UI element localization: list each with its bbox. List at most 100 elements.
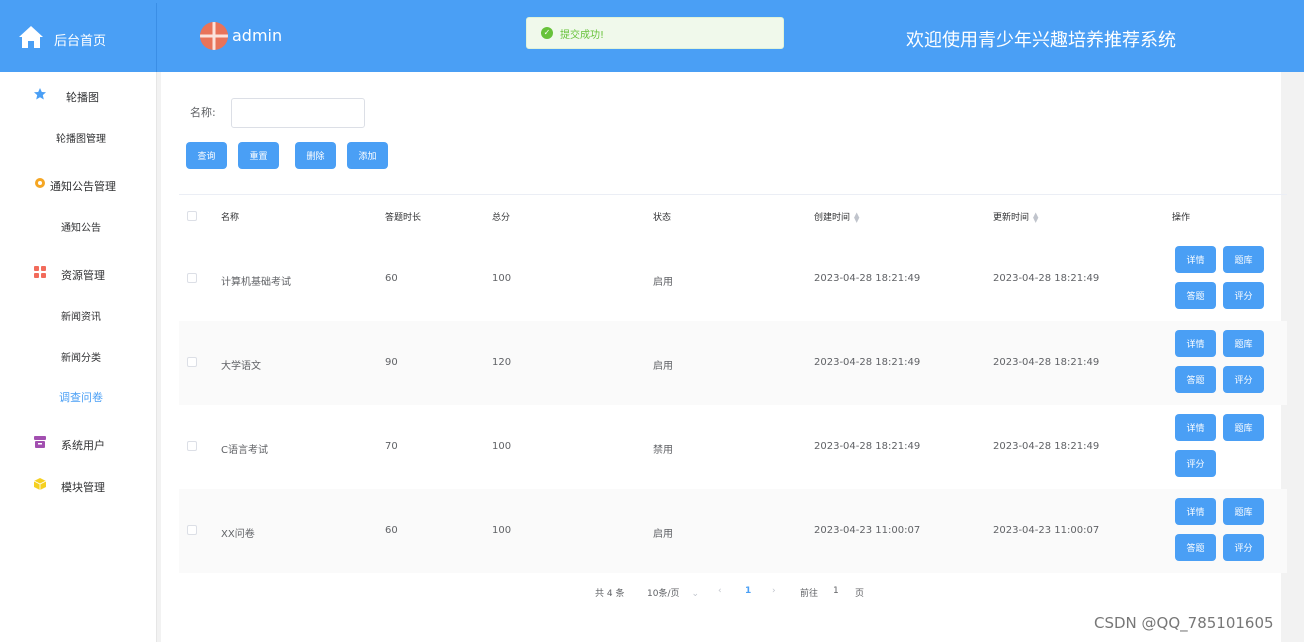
sidebar-subitem-carousel-manage[interactable]: 轮播图管理	[5, 130, 157, 145]
grade-button[interactable]: 评分	[1223, 366, 1264, 393]
question-bank-button[interactable]: 题库	[1223, 246, 1264, 273]
column-header-updated[interactable]: 更新时间 ▲ ▼	[993, 210, 1038, 223]
sidebar-item-label: 资源管理	[61, 269, 105, 282]
name-filter-label: 名称:	[190, 106, 216, 119]
detail-button[interactable]: 详情	[1175, 330, 1216, 357]
page-size-select[interactable]: 10条/页 ⌄	[647, 586, 699, 599]
check-icon: ✓	[541, 27, 553, 39]
column-header-updated-label: 更新时间	[993, 213, 1030, 223]
cell-score: 120	[492, 357, 512, 368]
sidebar-item-resource-manage[interactable]: 资源管理	[5, 264, 157, 284]
grade-button[interactable]: 评分	[1223, 282, 1264, 309]
column-header-score: 总分	[492, 213, 511, 223]
sidebar-subitem-notice[interactable]: 通知公告	[5, 219, 157, 234]
cell-score: 100	[492, 273, 512, 284]
sidebar-item-label: 通知公告管理	[50, 180, 116, 193]
table-row: 大学语文 90 120 启用 2023-04-28 18:21:49 2023-…	[179, 321, 1287, 405]
page-size-value: 10条/页	[647, 589, 680, 599]
archive-icon	[34, 436, 46, 448]
cell-status: 禁用	[653, 445, 673, 456]
detail-button[interactable]: 详情	[1175, 414, 1216, 441]
watermark-text: CSDN @QQ_785101605	[1094, 614, 1274, 632]
grade-button[interactable]: 评分	[1175, 450, 1216, 477]
row-checkbox[interactable]	[187, 273, 197, 283]
cell-name: 大学语文	[221, 361, 261, 372]
name-filter-input[interactable]	[231, 98, 365, 128]
cell-status: 启用	[653, 361, 673, 372]
sidebar-item-label: 模块管理	[61, 481, 105, 494]
answer-button[interactable]: 答题	[1175, 534, 1216, 561]
cell-created: 2023-04-28 18:21:49	[814, 357, 921, 368]
delete-button[interactable]: 删除	[295, 142, 336, 169]
sidebar-item-notice-manage[interactable]: 通知公告管理	[5, 175, 157, 195]
home-label: 后台首页	[54, 34, 107, 49]
cube-icon	[33, 478, 47, 490]
cell-created: 2023-04-28 18:21:49	[814, 273, 921, 284]
main-content: 名称: 查询 重置 删除 添加 名称 答题时长 总分 状态 创建时间 ▲ ▼ 更新时…	[157, 72, 1304, 642]
answer-button[interactable]: 答题	[1175, 282, 1216, 309]
cell-status: 启用	[653, 529, 673, 540]
success-toast: ✓ 提交成功!	[526, 17, 784, 49]
home-icon	[19, 26, 43, 48]
cell-duration: 70	[385, 441, 398, 452]
row-checkbox[interactable]	[187, 357, 197, 367]
row-checkbox[interactable]	[187, 441, 197, 451]
sidebar-item-system-user[interactable]: 系统用户	[5, 434, 157, 454]
cell-created: 2023-04-28 18:21:49	[814, 441, 921, 452]
sidebar-subitem-news-category[interactable]: 新闻分类	[5, 349, 157, 364]
answer-button[interactable]: 答题	[1175, 366, 1216, 393]
avatar[interactable]	[200, 22, 228, 50]
sort-icon[interactable]: ▲ ▼	[1033, 211, 1038, 223]
goto-page-input[interactable]: 1	[833, 586, 839, 596]
grade-button[interactable]: 评分	[1223, 534, 1264, 561]
cell-duration: 90	[385, 357, 398, 368]
question-bank-button[interactable]: 题库	[1223, 330, 1264, 357]
avatar-image	[200, 22, 228, 50]
pagination-total: 共 4 条	[595, 589, 625, 599]
home-link[interactable]: 后台首页	[5, 3, 157, 72]
column-header-created[interactable]: 创建时间 ▲ ▼	[814, 210, 859, 223]
sidebar-item-label: 系统用户	[61, 439, 105, 452]
table-header: 名称 答题时长 总分 状态 创建时间 ▲ ▼ 更新时间 ▲ ▼ 操作	[179, 194, 1287, 237]
sidebar-subitem-news[interactable]: 新闻资讯	[5, 308, 157, 323]
goto-prefix: 前往	[800, 589, 819, 599]
cell-updated: 2023-04-23 11:00:07	[993, 525, 1100, 536]
cell-name: XX问卷	[221, 529, 255, 540]
prev-page-icon[interactable]: ‹	[718, 586, 722, 596]
cell-score: 100	[492, 525, 512, 536]
sidebar-subitem-survey[interactable]: 调查问卷	[5, 389, 157, 405]
cell-duration: 60	[385, 273, 398, 284]
cell-updated: 2023-04-28 18:21:49	[993, 441, 1100, 452]
cell-name: 计算机基础考试	[221, 277, 291, 288]
chevron-down-icon: ⌄	[691, 589, 700, 599]
table-row: 计算机基础考试 60 100 启用 2023-04-28 18:21:49 20…	[179, 237, 1287, 321]
user-name[interactable]: admin	[232, 26, 282, 45]
sidebar-item-module-manage[interactable]: 模块管理	[5, 476, 157, 496]
reset-button[interactable]: 重置	[238, 142, 279, 169]
cell-updated: 2023-04-28 18:21:49	[993, 273, 1100, 284]
detail-button[interactable]: 详情	[1175, 498, 1216, 525]
sidebar-item-carousel[interactable]: 轮播图	[5, 86, 157, 106]
add-button[interactable]: 添加	[347, 142, 388, 169]
page-number-current[interactable]: 1	[745, 586, 751, 596]
select-all-checkbox[interactable]	[187, 211, 197, 221]
sidebar-item-label: 轮播图	[66, 91, 99, 104]
cell-name: C语言考试	[221, 445, 268, 456]
question-bank-button[interactable]: 题库	[1223, 414, 1264, 441]
next-page-icon[interactable]: ›	[772, 586, 776, 596]
detail-button[interactable]: 详情	[1175, 246, 1216, 273]
column-header-duration: 答题时长	[385, 213, 422, 223]
cell-score: 100	[492, 441, 512, 452]
column-header-status: 状态	[653, 213, 672, 223]
cell-status: 启用	[653, 277, 673, 288]
sort-icon[interactable]: ▲ ▼	[854, 211, 859, 223]
column-header-created-label: 创建时间	[814, 213, 851, 223]
toast-message: 提交成功!	[560, 29, 605, 41]
grid-icon	[34, 266, 46, 278]
query-button[interactable]: 查询	[186, 142, 227, 169]
sidebar: 轮播图 轮播图管理 通知公告管理 通知公告 资源管理 新闻资讯 新闻分类 调查问…	[5, 72, 157, 642]
question-bank-button[interactable]: 题库	[1223, 498, 1264, 525]
row-checkbox[interactable]	[187, 525, 197, 535]
column-header-actions: 操作	[1172, 213, 1191, 223]
cell-updated: 2023-04-28 18:21:49	[993, 357, 1100, 368]
